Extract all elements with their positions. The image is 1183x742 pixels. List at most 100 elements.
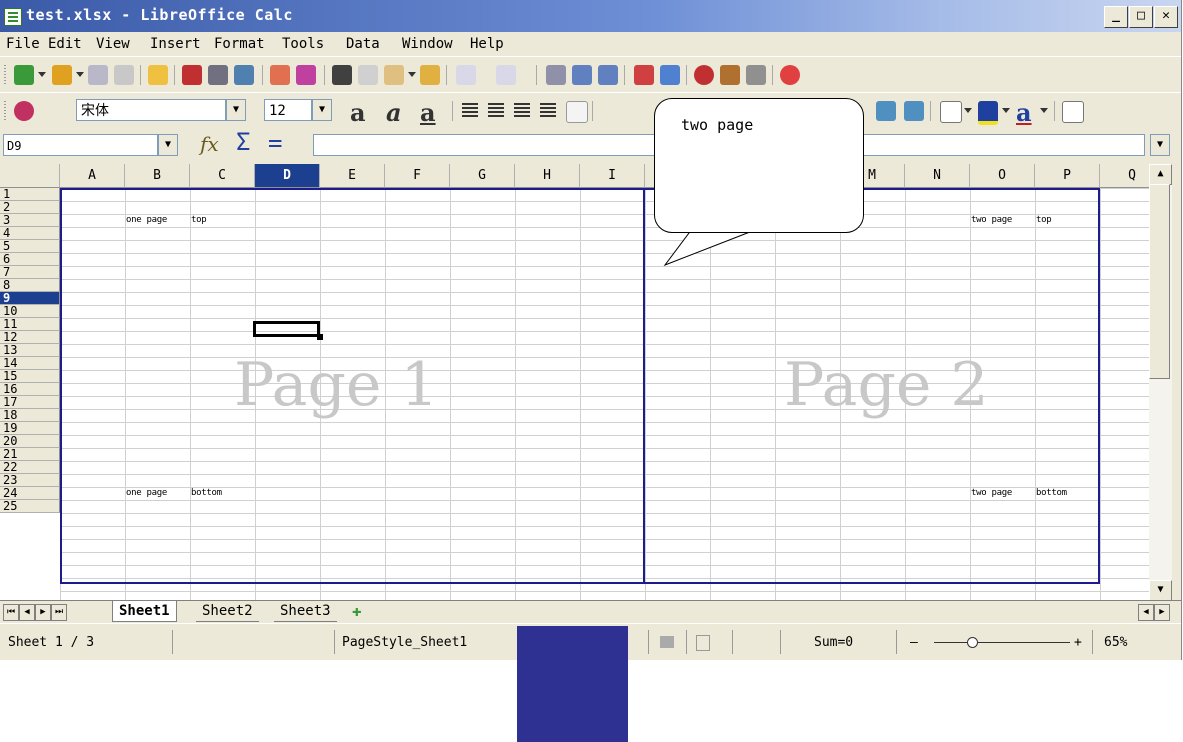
zoom-out-icon[interactable]: — — [910, 635, 918, 650]
borders-dropdown-icon[interactable] — [964, 108, 972, 113]
align-left-icon[interactable] — [462, 103, 478, 117]
menu-tools[interactable]: Tools — [282, 36, 324, 52]
column-header-C[interactable]: C — [190, 164, 255, 188]
column-header-E[interactable]: E — [320, 164, 385, 188]
align-right-icon[interactable] — [514, 103, 530, 117]
sort-descending-icon[interactable] — [598, 65, 618, 85]
name-box-dropdown-icon[interactable]: ▼ — [158, 134, 178, 156]
zoom-percent[interactable]: 65% — [1104, 635, 1127, 650]
menu-edit[interactable]: Edit — [48, 36, 82, 52]
name-box[interactable]: D9 — [3, 134, 158, 156]
function-wizard-icon[interactable]: fx — [200, 132, 219, 156]
menu-help[interactable]: Help — [470, 36, 504, 52]
save-icon[interactable] — [88, 65, 108, 85]
column-header-G[interactable]: G — [450, 164, 515, 188]
undo-icon[interactable] — [456, 65, 476, 85]
toggle-grid-icon[interactable] — [1062, 101, 1084, 123]
row-header-25[interactable]: 25 — [0, 500, 60, 513]
equals-icon[interactable]: = — [268, 129, 282, 157]
data-sources-icon[interactable] — [746, 65, 766, 85]
align-center-icon[interactable] — [488, 103, 504, 117]
menu-format[interactable]: Format — [214, 36, 265, 52]
edit-file-icon[interactable] — [148, 65, 168, 85]
column-header-N[interactable]: N — [905, 164, 970, 188]
add-sheet-icon[interactable]: ✚ — [352, 603, 368, 619]
underline-icon[interactable]: a — [420, 98, 436, 127]
font-name-dropdown-icon[interactable]: ▼ — [226, 99, 246, 121]
open-dropdown-icon[interactable] — [76, 72, 84, 77]
print-preview-icon[interactable] — [234, 65, 254, 85]
column-header-P[interactable]: P — [1035, 164, 1100, 188]
merge-cells-icon[interactable] — [566, 101, 588, 123]
next-sheet-icon[interactable]: ▶ — [35, 604, 51, 621]
help-icon[interactable] — [780, 65, 800, 85]
zoom-in-icon[interactable]: + — [1074, 635, 1082, 650]
font-name-combo[interactable]: 宋体 — [76, 99, 226, 121]
select-all-corner[interactable] — [0, 164, 60, 188]
font-size-combo[interactable]: 12 — [264, 99, 312, 121]
column-header-D[interactable]: D — [255, 164, 320, 188]
tab-scroll-right-icon[interactable]: ▶ — [1154, 604, 1170, 621]
zoom-slider-knob[interactable] — [967, 637, 979, 648]
spellcheck-icon[interactable] — [270, 65, 290, 85]
menu-view[interactable]: View — [96, 36, 130, 52]
cell-area[interactable]: Page 1 Page 2 one page top one page bott… — [60, 188, 1162, 600]
paste-dropdown-icon[interactable] — [408, 72, 416, 77]
email-icon[interactable] — [114, 65, 134, 85]
column-header-H[interactable]: H — [515, 164, 580, 188]
autospellcheck-icon[interactable] — [296, 65, 316, 85]
zoom-slider-track[interactable] — [934, 642, 1070, 643]
page-style[interactable]: PageStyle_Sheet1 — [342, 635, 467, 650]
font-size-dropdown-icon[interactable]: ▼ — [312, 99, 332, 121]
sum-icon[interactable]: Σ — [236, 128, 250, 156]
insert-chart-icon[interactable] — [634, 65, 654, 85]
prev-sheet-icon[interactable]: ◀ — [19, 604, 35, 621]
scroll-up-icon[interactable]: ▲ — [1149, 164, 1172, 185]
vertical-scrollbar[interactable]: ▲ ▼ — [1149, 164, 1172, 601]
justify-icon[interactable] — [540, 103, 556, 117]
hyperlink-icon[interactable] — [546, 65, 566, 85]
menu-insert[interactable]: Insert — [150, 36, 201, 52]
formula-expand-icon[interactable]: ▼ — [1150, 134, 1170, 156]
scroll-thumb[interactable] — [1149, 184, 1170, 379]
decrease-indent-icon[interactable] — [876, 101, 896, 121]
copy-icon[interactable] — [358, 65, 378, 85]
styles-icon[interactable] — [14, 101, 34, 121]
minimize-button[interactable]: _ — [1104, 6, 1128, 28]
gallery-icon[interactable] — [720, 65, 740, 85]
redo-icon[interactable] — [496, 65, 516, 85]
column-header-A[interactable]: A — [60, 164, 125, 188]
sheet-tab-2[interactable]: Sheet2 — [196, 601, 259, 622]
sheet-tab-3[interactable]: Sheet3 — [274, 601, 337, 622]
sheet-tab-1[interactable]: Sheet1 — [112, 601, 177, 622]
cell-cursor[interactable] — [253, 321, 320, 337]
print-icon[interactable] — [208, 65, 228, 85]
column-header-F[interactable]: F — [385, 164, 450, 188]
background-color-icon[interactable] — [978, 101, 998, 125]
menu-window[interactable]: Window — [402, 36, 453, 52]
navigator-icon[interactable] — [694, 65, 714, 85]
maximize-button[interactable]: □ — [1129, 6, 1153, 28]
menu-data[interactable]: Data — [346, 36, 380, 52]
column-header-B[interactable]: B — [125, 164, 190, 188]
new-dropdown-icon[interactable] — [38, 72, 46, 77]
bold-icon[interactable]: a — [350, 98, 366, 127]
selection-mode-icon[interactable] — [660, 636, 674, 648]
export-pdf-icon[interactable] — [182, 65, 202, 85]
cut-icon[interactable] — [332, 65, 352, 85]
pivot-table-icon[interactable] — [660, 65, 680, 85]
font-color-dropdown-icon[interactable] — [1040, 108, 1048, 113]
italic-icon[interactable]: a — [386, 98, 402, 127]
column-header-O[interactable]: O — [970, 164, 1035, 188]
background-dropdown-icon[interactable] — [1002, 108, 1010, 113]
last-sheet-icon[interactable]: ⏭ — [51, 604, 67, 621]
column-header-I[interactable]: I — [580, 164, 645, 188]
close-button[interactable]: ✕ — [1154, 6, 1178, 28]
open-folder-icon[interactable] — [52, 65, 72, 85]
tab-scroll-left-icon[interactable]: ◀ — [1138, 604, 1154, 621]
clone-formatting-icon[interactable] — [420, 65, 440, 85]
sort-ascending-icon[interactable] — [572, 65, 592, 85]
first-sheet-icon[interactable]: ⏮ — [3, 604, 19, 621]
font-color-icon[interactable]: a — [1016, 98, 1032, 127]
new-document-icon[interactable] — [14, 65, 34, 85]
